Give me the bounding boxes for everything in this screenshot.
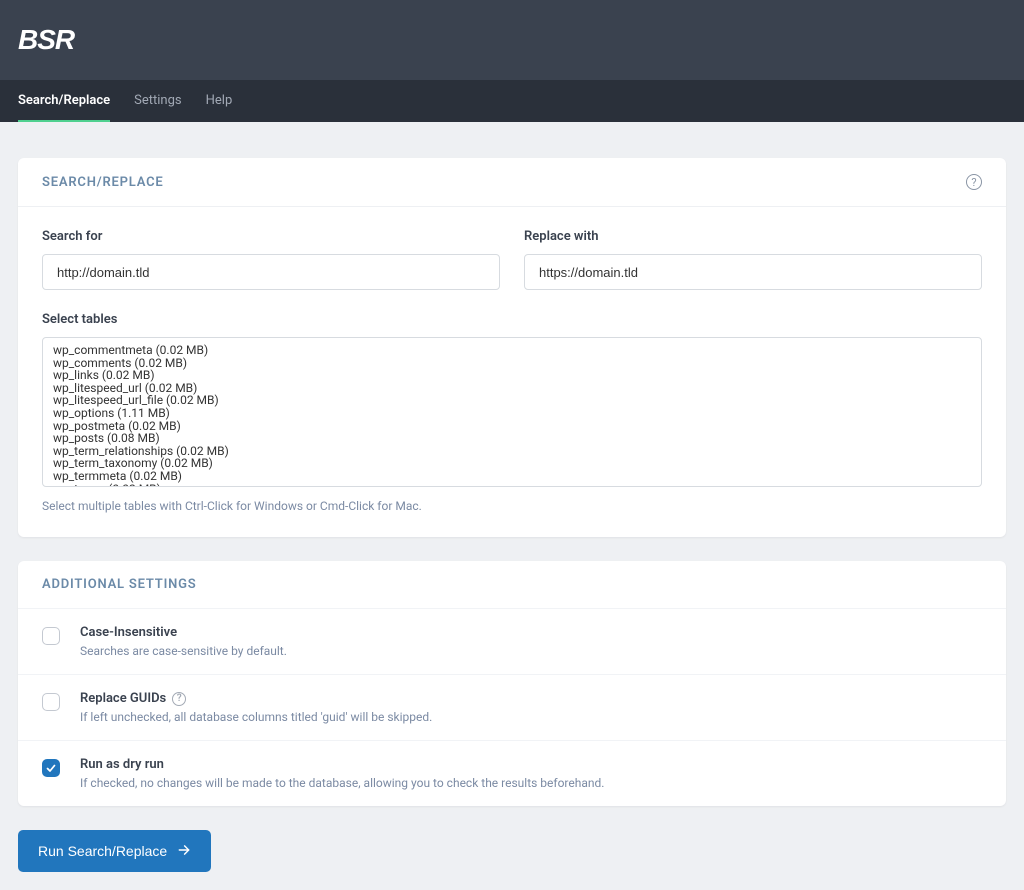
panel-body: Search for Replace with Select tables wp…	[18, 207, 1006, 537]
panel-header: SEARCH/REPLACE ?	[18, 158, 1006, 207]
panel-title: SEARCH/REPLACE	[42, 175, 164, 190]
select-tables-helper: Select multiple tables with Ctrl-Click f…	[42, 499, 982, 513]
setting-row: Run as dry run If checked, no changes wil…	[18, 740, 1006, 806]
setting-title: Run as dry run	[80, 757, 604, 772]
table-option[interactable]: wp_comments (0.02 MB)	[53, 357, 971, 370]
setting-desc: If checked, no changes will be made to t…	[80, 776, 604, 790]
search-replace-panel: SEARCH/REPLACE ? Search for Replace with…	[18, 158, 1006, 537]
setting-title: Case-Insensitive	[80, 625, 287, 640]
panel-header: ADDITIONAL SETTINGS	[18, 561, 1006, 608]
checkbox[interactable]	[42, 759, 60, 777]
nav-help[interactable]: Help	[206, 80, 233, 122]
table-option[interactable]: wp_term_taxonomy (0.02 MB)	[53, 457, 971, 470]
select-tables-list[interactable]: wp_commentmeta (0.02 MB)wp_comments (0.0…	[42, 337, 982, 487]
run-button-label: Run Search/Replace	[38, 843, 167, 859]
table-option[interactable]: wp_commentmeta (0.02 MB)	[53, 344, 971, 357]
arrow-right-icon	[177, 843, 191, 860]
app-header: BSR	[0, 0, 1024, 80]
nav-settings[interactable]: Settings	[134, 80, 181, 122]
replace-with-input[interactable]	[524, 254, 982, 290]
help-icon[interactable]: ?	[966, 174, 982, 190]
setting-row: Replace GUIDs? If left unchecked, all dat…	[18, 674, 1006, 740]
checkbox[interactable]	[42, 693, 60, 711]
help-icon[interactable]: ?	[172, 692, 186, 706]
nav-search-replace[interactable]: Search/Replace	[18, 80, 110, 122]
search-for-label: Search for	[42, 229, 500, 244]
table-option[interactable]: wp_posts (0.08 MB)	[53, 432, 971, 445]
search-for-input[interactable]	[42, 254, 500, 290]
panel-title: ADDITIONAL SETTINGS	[42, 577, 197, 592]
setting-row: Case-Insensitive Searches are case-sensit…	[18, 608, 1006, 674]
additional-settings-panel: ADDITIONAL SETTINGS Case-Insensitive Sear…	[18, 561, 1006, 806]
checkbox[interactable]	[42, 627, 60, 645]
table-option[interactable]: wp_links (0.02 MB)	[53, 369, 971, 382]
content-area: SEARCH/REPLACE ? Search for Replace with…	[0, 122, 1024, 890]
table-option[interactable]: wp_termmeta (0.02 MB)	[53, 470, 971, 483]
setting-desc: Searches are case-sensitive by default.	[80, 644, 287, 658]
setting-title: Replace GUIDs?	[80, 691, 432, 706]
setting-desc: If left unchecked, all database columns …	[80, 710, 432, 724]
table-option[interactable]: wp_postmeta (0.02 MB)	[53, 420, 971, 433]
select-tables-label: Select tables	[42, 312, 982, 327]
navbar: Search/Replace Settings Help	[0, 80, 1024, 122]
table-option[interactable]: wp_options (1.11 MB)	[53, 407, 971, 420]
run-search-replace-button[interactable]: Run Search/Replace	[18, 830, 211, 872]
logo: BSR	[18, 24, 74, 56]
table-option[interactable]: wp_litespeed_url_file (0.02 MB)	[53, 394, 971, 407]
table-option[interactable]: wp_terms (0.02 MB)	[53, 483, 971, 487]
replace-with-label: Replace with	[524, 229, 982, 244]
